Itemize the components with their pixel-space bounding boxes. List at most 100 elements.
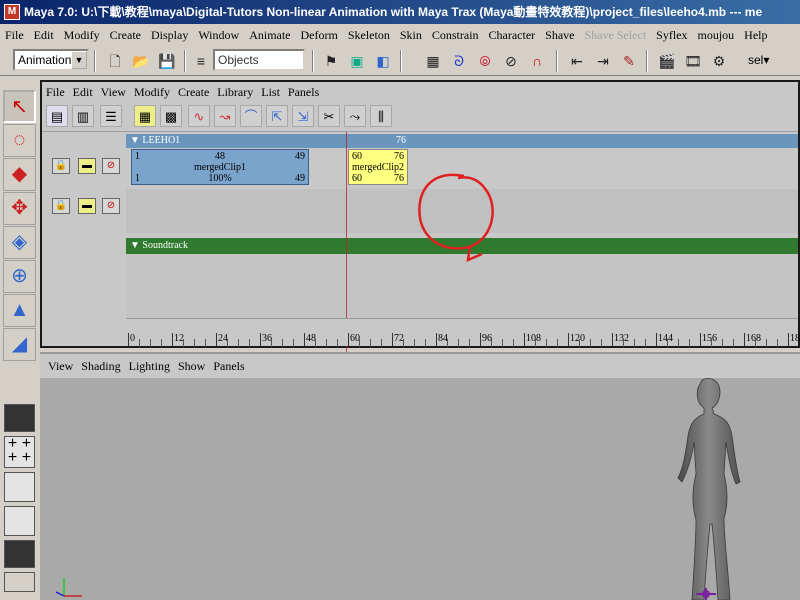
time-slider-sync-icon[interactable]: ⫼ (370, 105, 392, 127)
select-by-component-icon[interactable]: ◧ (372, 50, 394, 72)
save-scene-icon[interactable]: 💾 (156, 50, 178, 72)
clip-mergedclip1[interactable]: 1 48 49 mergedClip1 1 100% 49 (131, 149, 309, 185)
menu-modify[interactable]: Modify (59, 28, 105, 43)
load-character-icon[interactable]: ▤ (46, 105, 68, 127)
mute-track-icon[interactable]: ⊘ (102, 198, 120, 214)
select-by-object-icon[interactable]: ▣ (346, 50, 368, 72)
menu-animate[interactable]: Animate (244, 28, 295, 43)
viewport-menu-show[interactable]: Show (174, 359, 209, 374)
menu-shave[interactable]: Shave (540, 28, 579, 43)
trax-menu-view[interactable]: View (97, 85, 130, 100)
rotate-tool-icon[interactable]: ◈ (3, 226, 36, 259)
trax-menu-list[interactable]: List (257, 85, 284, 100)
persp-graph-layout-icon[interactable] (4, 540, 35, 568)
snap-grid-icon[interactable]: ▦ (422, 50, 444, 72)
trax-menu-modify[interactable]: Modify (130, 85, 174, 100)
time-ruler[interactable]: 01224364860728496108120132144156168180 (126, 318, 800, 347)
graph-view-icon[interactable]: ▥ (72, 105, 94, 127)
select-by-hierarchy-icon[interactable]: ⚑ (320, 50, 342, 72)
lasso-tool-icon[interactable]: ◌ (3, 124, 36, 157)
menu-skin[interactable]: Skin (395, 28, 427, 43)
lock-track-icon[interactable]: 🔒 (52, 158, 70, 174)
menu-window[interactable]: Window (193, 28, 244, 43)
menu-edit[interactable]: Edit (29, 28, 59, 43)
menu-file[interactable]: File (0, 28, 29, 43)
list-view-icon[interactable]: ☰ (100, 105, 122, 127)
ruler-minor-tick (491, 339, 492, 347)
menu-syflex[interactable]: Syflex (651, 28, 692, 43)
input-connections-icon[interactable]: ⇤ (566, 50, 588, 72)
ruler-major-tick (480, 333, 481, 347)
merge-clips-icon[interactable]: ⤳ (344, 105, 366, 127)
menu-constrain[interactable]: Constrain (427, 28, 484, 43)
manipulator-tool-icon[interactable]: ▲ (3, 294, 36, 327)
move-tool-icon[interactable]: ✥ (3, 192, 36, 225)
solo-track-icon[interactable]: ▬ (78, 198, 96, 214)
snap-curve-icon[interactable]: ᘐ (448, 50, 470, 72)
menu-skeleton[interactable]: Skeleton (343, 28, 395, 43)
objects-field[interactable]: Objects (213, 49, 305, 71)
menu-moujou[interactable]: moujou (693, 28, 740, 43)
frame-playback-range-icon[interactable]: ⇲ (292, 105, 314, 127)
trax-menu-edit[interactable]: Edit (69, 85, 97, 100)
viewport-menu-shading[interactable]: Shading (77, 359, 124, 374)
split-clip-icon[interactable]: ✂ (318, 105, 340, 127)
trax-menu-panels[interactable]: Panels (284, 85, 323, 100)
menu-character[interactable]: Character (484, 28, 541, 43)
trax-menu-file[interactable]: File (42, 85, 69, 100)
render-globals-icon[interactable]: ⚙ (708, 50, 730, 72)
dropdown-arrow-icon[interactable]: ▼ (71, 51, 87, 69)
solo-track-icon[interactable]: ▬ (78, 158, 96, 174)
ruler-major-tick (788, 333, 789, 347)
graph-editor-icon[interactable]: ∿ (188, 105, 210, 127)
viewport-menu-lighting[interactable]: Lighting (125, 359, 174, 374)
menu-help[interactable]: Help (739, 28, 772, 43)
menu-deform[interactable]: Deform (296, 28, 343, 43)
menu-display[interactable]: Display (146, 28, 193, 43)
ruler-major-tick (392, 333, 393, 347)
collapse-triangle-icon[interactable]: ▼ (130, 135, 140, 146)
mute-track-icon[interactable]: ⊘ (102, 158, 120, 174)
ruler-label: 0 (130, 333, 135, 344)
snap-view-plane-icon[interactable]: ⊘ (500, 50, 522, 72)
quick-selection-field[interactable]: sel▾ (748, 49, 784, 71)
viewport-menu-view[interactable]: View (44, 359, 77, 374)
selection-mode-icon[interactable]: ≡ (190, 50, 212, 72)
show-manipulator-icon[interactable]: ◢ (3, 328, 36, 361)
open-scene-icon[interactable]: 📂 (130, 50, 152, 72)
trax-menu-library[interactable]: Library (213, 85, 257, 100)
clip-mergedclip2[interactable]: 60 76 mergedClip2 60 76 (348, 149, 408, 185)
create-pose-icon[interactable]: ▩ (160, 105, 182, 127)
time-warp-icon[interactable]: ↝ (214, 105, 236, 127)
ipr-render-icon[interactable]: 🎞 (682, 50, 704, 72)
render-current-frame-icon[interactable]: 🎬 (656, 50, 678, 72)
top-bottom-layout-icon[interactable] (4, 506, 35, 536)
snap-point-icon[interactable]: ⦾ (474, 50, 496, 72)
single-pane-layout-icon[interactable] (4, 404, 35, 432)
character-track-header[interactable]: ▼ LEEHO1 76 (126, 134, 798, 148)
create-clip-icon[interactable]: ▦ (134, 105, 156, 127)
construction-history-icon[interactable]: ✎ (618, 50, 640, 72)
paint-tool-icon[interactable]: ◆ (3, 158, 36, 191)
ruler-minor-tick (502, 339, 503, 347)
collapse-triangle-icon[interactable]: ▼ (130, 240, 140, 251)
perspective-viewport[interactable] (40, 378, 800, 600)
scale-tool-icon[interactable]: ⊕ (3, 260, 36, 293)
menu-create[interactable]: Create (105, 28, 146, 43)
side-by-side-layout-icon[interactable] (4, 472, 35, 502)
blend-clips-icon[interactable]: ⌒ (240, 105, 262, 127)
viewport-menu-panels[interactable]: Panels (209, 359, 248, 374)
menu-set-select[interactable]: Animation ▼ (13, 49, 89, 71)
trax-menu-create[interactable]: Create (174, 85, 213, 100)
new-scene-icon[interactable]: 🗋 (104, 50, 126, 72)
lock-track-icon[interactable]: 🔒 (52, 198, 70, 214)
frame-all-icon[interactable]: ⇱ (266, 105, 288, 127)
outliner-layout-icon[interactable] (4, 572, 35, 592)
make-live-icon[interactable]: ∩ (526, 50, 548, 72)
character-model[interactable] (644, 378, 784, 600)
output-connections-icon[interactable]: ⇥ (592, 50, 614, 72)
ruler-minor-tick (766, 339, 767, 347)
axis-indicator-icon (55, 578, 82, 597)
four-pane-layout-icon[interactable]: + + + + (4, 436, 35, 468)
select-tool-icon[interactable]: ↖ (3, 90, 36, 123)
